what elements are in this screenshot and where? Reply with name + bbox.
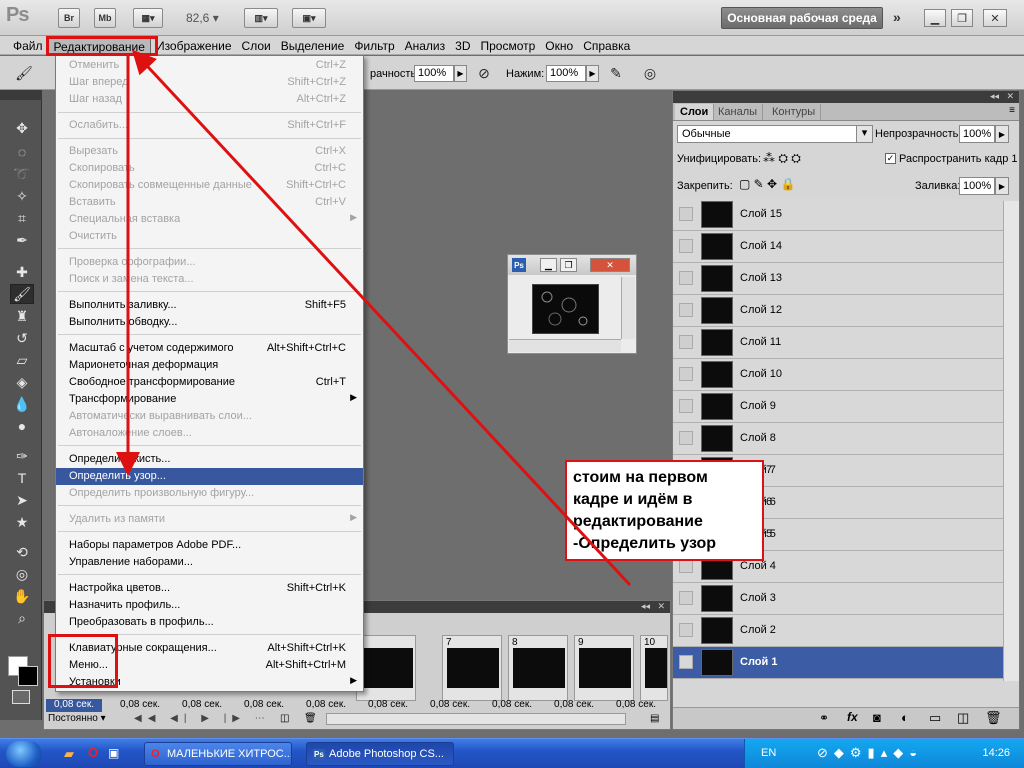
- opera-icon: O: [151, 748, 160, 760]
- taskbar-item-label: Adobe Photoshop CS...: [329, 748, 444, 760]
- arrow-to-edit-menu: [131, 49, 632, 587]
- clock[interactable]: 14:26: [982, 747, 1010, 759]
- media-icon[interactable]: ▣: [108, 746, 119, 760]
- language-indicator[interactable]: EN: [761, 747, 776, 759]
- taskbar-item-photoshop[interactable]: Ps Adobe Photoshop CS...: [306, 742, 454, 766]
- windows-taskbar: ▰ O ▣ O МАЛЕНЬКИЕ ХИТРОС... Ps Adobe Photo…: [0, 738, 1024, 768]
- annotation-arrows: [116, 49, 632, 587]
- tray-icons[interactable]: ⊘◆⚙▮▴◆◒: [817, 745, 923, 761]
- opera-icon[interactable]: O: [88, 745, 98, 760]
- folder-icon[interactable]: ▰: [64, 746, 74, 762]
- taskbar-item-browser[interactable]: O МАЛЕНЬКИЕ ХИТРОС...: [144, 742, 292, 766]
- start-button[interactable]: [6, 741, 42, 767]
- taskbar-item-label: МАЛЕНЬКИЕ ХИТРОС...: [167, 748, 292, 760]
- photoshop-icon: Ps: [313, 748, 325, 760]
- system-tray: EN ⊘◆⚙▮▴◆◒ 14:26: [744, 739, 1024, 768]
